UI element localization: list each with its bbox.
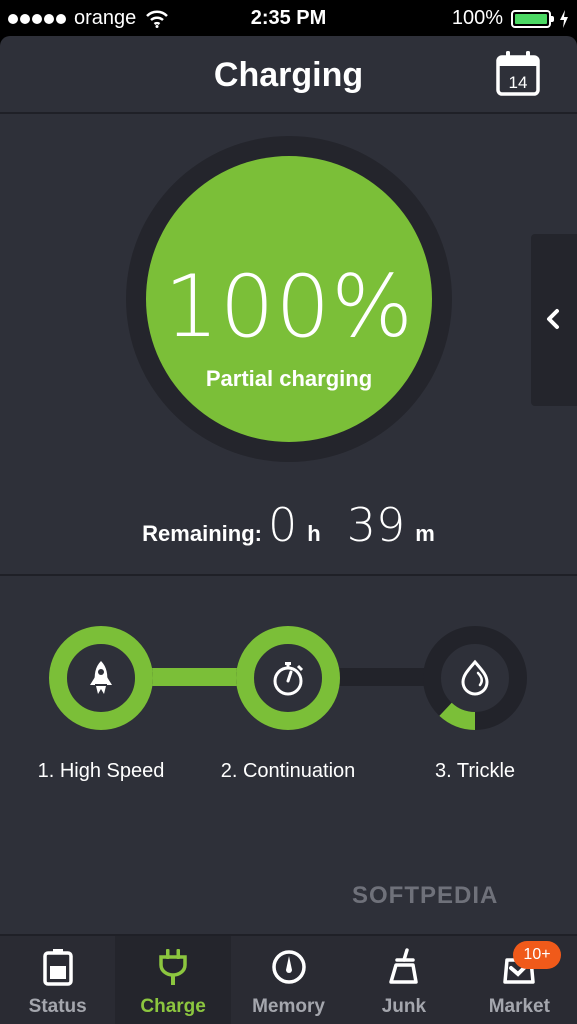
- rocket-icon: [90, 661, 112, 694]
- charging-stages: [0, 618, 577, 748]
- battery-gauge: 100% Partial charging: [126, 136, 452, 462]
- battery-gauge-fill: 100% Partial charging: [146, 156, 432, 442]
- battery-icon: [511, 9, 554, 28]
- hours-unit: h: [307, 521, 321, 546]
- remaining-label: Remaining:: [142, 521, 262, 546]
- tab-status[interactable]: Status: [0, 936, 115, 1024]
- battery-percent: 100%: [451, 7, 503, 29]
- section-divider: [0, 574, 577, 576]
- tab-junk[interactable]: Junk: [346, 936, 461, 1024]
- stopwatch-icon: [273, 662, 304, 696]
- tab-charge[interactable]: Charge: [115, 936, 231, 1024]
- tab-memory[interactable]: Memory: [231, 936, 346, 1024]
- tab-label: Market: [488, 996, 550, 1017]
- stage-connector-1: [145, 668, 245, 686]
- broom-icon: [389, 948, 418, 984]
- remaining-minutes: 39: [346, 498, 406, 552]
- stage-continuation: [236, 626, 340, 730]
- charging-bolt-icon: [560, 9, 568, 28]
- page-title: Charging: [213, 56, 364, 94]
- status-bar: orange 2:35 PM 100%: [0, 0, 577, 36]
- tab-label: Status: [28, 996, 87, 1017]
- battery-icon: [42, 949, 73, 986]
- minutes-unit: m: [415, 521, 435, 546]
- remaining-time: Remaining: 0 h 39 m: [0, 498, 577, 552]
- battery-percent-large: 100%: [164, 257, 414, 357]
- remaining-hours: 0: [267, 498, 298, 552]
- stage-label-2: 2. Continuation: [220, 760, 356, 782]
- calendar-button[interactable]: 14: [496, 50, 540, 96]
- stage-trickle: [423, 626, 527, 730]
- watermark: SOFTPEDIA: [352, 882, 499, 909]
- market-badge: 10+: [513, 941, 561, 969]
- tab-label: Charge: [140, 996, 206, 1017]
- nav-header: Charging 14: [0, 36, 577, 114]
- drop-icon: [461, 659, 489, 696]
- stage-label-1: 1. High Speed: [37, 760, 165, 782]
- svg-text:14: 14: [509, 73, 528, 92]
- stage-connector-2: [335, 668, 435, 686]
- tab-label: Memory: [252, 996, 325, 1017]
- tab-label: Junk: [381, 996, 427, 1017]
- chevron-left-icon: [547, 309, 559, 329]
- battery-status: 100%: [452, 7, 569, 30]
- calendar-icon: 14: [496, 51, 540, 96]
- tab-bar: Status Charge Memory Junk Market: [0, 934, 577, 1024]
- stage-label-3: 3. Trickle: [434, 760, 516, 782]
- plug-icon: [159, 949, 187, 985]
- charging-status: Partial charging: [205, 366, 373, 391]
- gauge-icon: [271, 950, 306, 984]
- stage-high-speed: [49, 626, 153, 730]
- app-screen: Charging 14 100% Partial charging Remain…: [0, 36, 577, 1024]
- side-drawer-handle[interactable]: [531, 234, 577, 406]
